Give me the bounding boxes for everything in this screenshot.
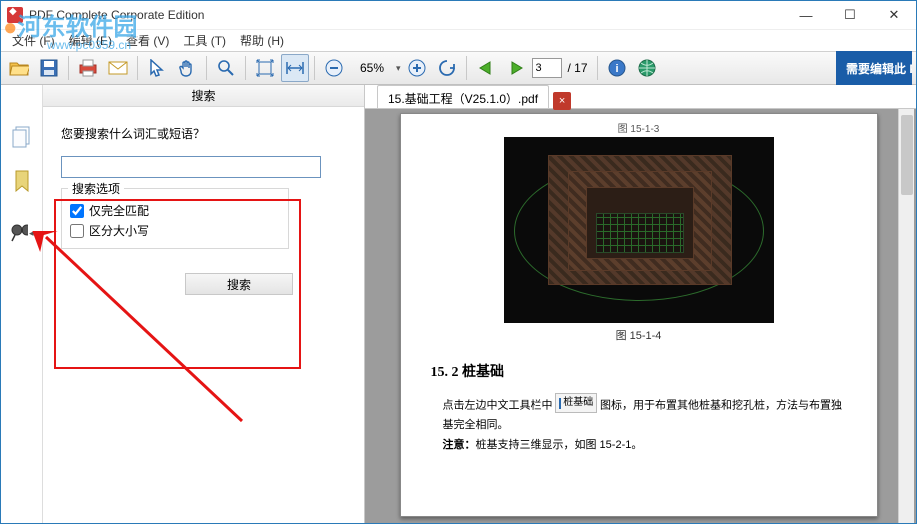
search-panel-icon[interactable]: ◂ bbox=[10, 221, 34, 245]
pages-panel-icon[interactable] bbox=[10, 125, 34, 149]
save-button[interactable] bbox=[35, 54, 63, 82]
paragraph-2: 注意：桩基支持三维显示，如图 15-2-1。 bbox=[443, 436, 849, 456]
bookmarks-panel-icon[interactable] bbox=[10, 169, 34, 193]
menu-file[interactable]: 文件 (F) bbox=[5, 30, 62, 51]
tab-close-button[interactable]: × bbox=[553, 92, 571, 110]
select-tool[interactable] bbox=[143, 54, 171, 82]
menu-bar: 文件 (F) 编辑 (E) 查看 (V) 工具 (T) 帮助 (H) bbox=[1, 30, 916, 51]
zoom-dropdown-icon[interactable]: ▾ bbox=[396, 63, 401, 74]
mail-button[interactable] bbox=[104, 54, 132, 82]
document-tab[interactable]: 15.基础工程（V25.1.0）.pdf bbox=[377, 85, 549, 108]
search-options-group: 搜索选项 仅完全匹配 区分大小写 bbox=[61, 188, 289, 249]
section-heading: 15. 2 桩基础 bbox=[431, 361, 849, 381]
maximize-button[interactable]: ☐ bbox=[828, 1, 872, 29]
vertical-scrollbar[interactable] bbox=[898, 109, 914, 523]
search-panel-title: 搜索 bbox=[43, 85, 364, 107]
search-button[interactable]: 搜索 bbox=[185, 273, 293, 295]
menu-tools[interactable]: 工具 (T) bbox=[176, 30, 233, 51]
search-prompt: 您要搜索什么词汇或短语？ bbox=[61, 125, 352, 142]
web-button[interactable] bbox=[633, 54, 661, 82]
whole-word-checkbox[interactable]: 仅完全匹配 bbox=[70, 202, 280, 219]
search-panel: 搜索 您要搜索什么词汇或短语？ 搜索选项 仅完全匹配 区分大小写 搜索 bbox=[43, 85, 365, 523]
app-icon bbox=[7, 7, 23, 23]
rotate-button[interactable] bbox=[433, 54, 461, 82]
minimize-button[interactable]: ― bbox=[784, 1, 828, 29]
title-bar: PDF Complete Corporate Edition ― ☐ ✕ bbox=[1, 1, 916, 30]
close-button[interactable]: ✕ bbox=[872, 1, 916, 29]
next-page-button[interactable] bbox=[502, 54, 530, 82]
fit-page-button[interactable] bbox=[251, 54, 279, 82]
tab-strip: 15.基础工程（V25.1.0）.pdf × bbox=[365, 85, 916, 109]
search-input[interactable] bbox=[61, 156, 321, 178]
hand-tool[interactable] bbox=[173, 54, 201, 82]
open-button[interactable] bbox=[5, 54, 33, 82]
figure-caption-top: 图 15-1-3 bbox=[429, 120, 849, 135]
zoom-tool[interactable] bbox=[212, 54, 240, 82]
pdf-page: 图 15-1-3 图 15-1-4 15. 2 桩基础 点击左边中文工具栏中 桩… bbox=[400, 113, 878, 517]
zoom-value: 65% bbox=[350, 61, 394, 75]
document-area: 15.基础工程（V25.1.0）.pdf × 图 15-1-3 图 15-1-4… bbox=[365, 85, 916, 523]
prev-page-button[interactable] bbox=[472, 54, 500, 82]
figure-image bbox=[504, 137, 774, 323]
match-case-checkbox[interactable]: 区分大小写 bbox=[70, 222, 280, 239]
menu-help[interactable]: 帮助 (H) bbox=[233, 30, 291, 51]
paragraph-1: 点击左边中文工具栏中 桩基础 图标，用于布置其他桩基和挖孔桩，方法与布置独基完全… bbox=[443, 393, 849, 436]
info-button[interactable]: i bbox=[603, 54, 631, 82]
print-button[interactable] bbox=[74, 54, 102, 82]
figure-caption: 图 15-1-4 bbox=[429, 327, 849, 343]
zoom-out-button[interactable] bbox=[320, 54, 348, 82]
svg-text:i: i bbox=[615, 63, 618, 75]
page-number-input[interactable] bbox=[532, 58, 562, 78]
edit-banner[interactable]: 需要编辑此 P bbox=[836, 51, 912, 85]
side-strip: ◂ bbox=[1, 85, 43, 523]
inline-tool-icon: 桩基础 bbox=[555, 393, 597, 413]
fit-width-button[interactable] bbox=[281, 54, 309, 82]
window-title: PDF Complete Corporate Edition bbox=[29, 8, 204, 22]
menu-edit[interactable]: 编辑 (E) bbox=[62, 30, 119, 51]
page-total: / 17 bbox=[564, 61, 592, 75]
toolbar: 65% ▾ / 17 i 需要编辑此 P bbox=[1, 51, 916, 85]
search-options-legend: 搜索选项 bbox=[68, 180, 124, 197]
menu-view[interactable]: 查看 (V) bbox=[119, 30, 176, 51]
zoom-in-button[interactable] bbox=[403, 54, 431, 82]
